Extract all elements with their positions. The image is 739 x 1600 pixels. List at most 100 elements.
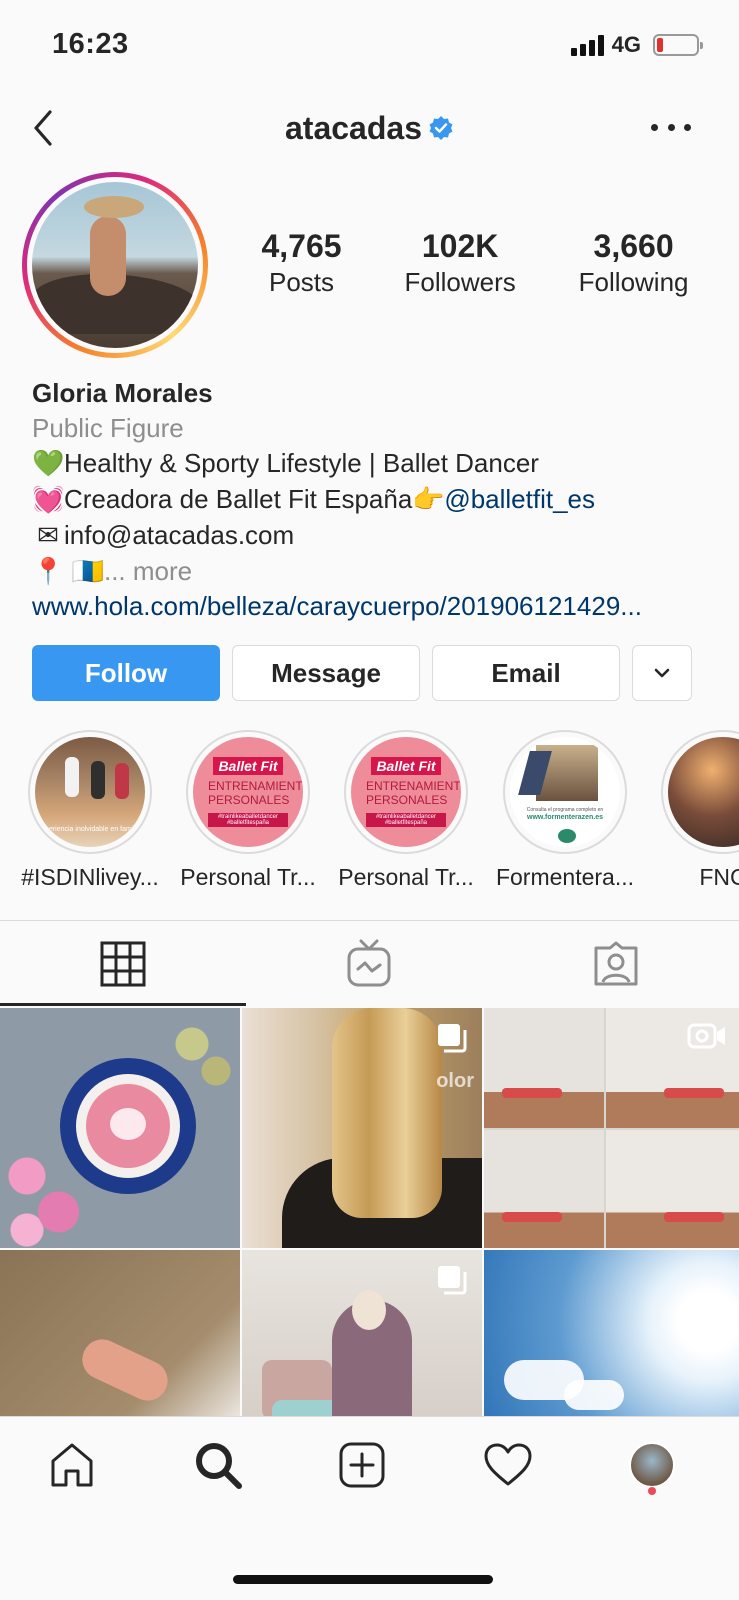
chevron-down-icon	[654, 668, 670, 678]
signal-icon	[570, 34, 604, 56]
stat-followers-label: Followers	[404, 267, 516, 297]
profile-avatar-small	[629, 1442, 675, 1488]
stat-posts-value: 4,765	[261, 228, 342, 264]
battery-icon	[653, 34, 703, 56]
stat-followers-value: 102K	[421, 228, 499, 264]
story-highlights: periencia inolvidable en famil #ISDINliv…	[0, 730, 739, 900]
bio-mention-link[interactable]: @balletfit_es	[444, 484, 595, 514]
home-icon	[51, 1443, 93, 1487]
bio-line-1-text: Healthy & Sporty Lifestyle | Ballet Danc…	[64, 448, 539, 478]
highlight-cover: periencia inolvidable en famil	[35, 737, 145, 847]
bio-website-link[interactable]: www.hola.com/belleza/caraycuerpo/2019061…	[32, 589, 722, 624]
carousel-icon	[438, 1024, 467, 1053]
highlight-hashtags: #trainlikeaballetdancer #balletfitespaña	[208, 813, 288, 827]
highlight-tag: Ballet Fit	[213, 757, 283, 775]
profile-stats: 4,765 Posts 102K Followers 3,660 Followi…	[230, 228, 720, 298]
pointing-hand-icon: 👉	[412, 485, 445, 515]
profile-bio: Gloria Morales Public Figure 💚Healthy & …	[32, 376, 722, 624]
new-post-icon	[339, 1442, 385, 1488]
status-time: 16:23	[52, 28, 129, 60]
more-options-icon[interactable]	[651, 112, 691, 142]
tab-grid[interactable]	[0, 921, 247, 1006]
video-icon	[687, 1023, 725, 1049]
igtv-icon	[347, 939, 391, 986]
stat-followers[interactable]: 102K Followers	[404, 228, 515, 298]
bio-line-2: 💓Creadora de Ballet Fit España👉@balletfi…	[32, 482, 722, 518]
highlight-label: #ISDINlivey...	[21, 864, 159, 890]
tab-tagged[interactable]	[493, 921, 739, 1006]
highlight-label: Personal Tr...	[338, 864, 474, 890]
highlight-overlay-text: periencia inolvidable en famil	[45, 826, 135, 833]
status-indicators: 4G	[570, 32, 703, 58]
header-username: atacadas	[285, 110, 422, 146]
bio-more-link[interactable]: ... more	[104, 556, 192, 586]
bottom-navigation	[0, 1416, 739, 1600]
activity-heart-icon	[484, 1443, 532, 1486]
stat-posts-label: Posts	[268, 267, 335, 297]
profile-category: Public Figure	[32, 413, 184, 443]
highlight-label: FNC	[699, 864, 739, 890]
bio-email: info@atacadas.com	[64, 520, 295, 550]
post-thumbnail[interactable]: olor	[242, 1008, 482, 1248]
highlight-label: Formentera...	[495, 864, 635, 890]
profile-actions: Follow Message Email	[32, 645, 708, 701]
profile-avatar-story-ring[interactable]	[22, 172, 208, 358]
notification-dot	[648, 1487, 656, 1495]
highlight-label: Personal Tr...	[180, 864, 316, 890]
tab-igtv[interactable]	[246, 921, 492, 1006]
follow-button[interactable]: Follow	[32, 645, 220, 701]
email-button[interactable]: Email	[432, 645, 620, 701]
highlight-subtitle: ENTRENAMIENTOS PERSONALES	[366, 779, 461, 807]
suggested-dropdown-button[interactable]	[632, 645, 692, 701]
post-overlay-text: olor	[436, 1070, 474, 1092]
nav-new-post-button[interactable]	[332, 1435, 392, 1495]
pin-and-flag-icon: 📍 🇮🇨	[32, 556, 104, 586]
highlight-cover: Consulta el programa completo en www.for…	[510, 737, 620, 847]
highlight-item[interactable]: Ballet Fit ENTRENAMIENTOS PERSONALES #tr…	[326, 730, 486, 891]
post-thumbnail[interactable]	[242, 1250, 482, 1416]
post-thumbnail[interactable]	[0, 1008, 240, 1248]
message-button[interactable]: Message	[232, 645, 420, 701]
post-thumbnail[interactable]	[484, 1008, 739, 1248]
post-grid: olor	[0, 1008, 739, 1416]
nav-home-button[interactable]	[42, 1435, 102, 1495]
bio-line-3: ✉ info@atacadas.com	[32, 518, 722, 554]
highlight-cover: Ballet Fit ENTRENAMIENTOS PERSONALES #tr…	[351, 737, 461, 847]
nav-profile-button[interactable]	[622, 1435, 682, 1495]
highlight-item[interactable]: periencia inolvidable en famil #ISDINliv…	[10, 730, 170, 891]
stat-following[interactable]: 3,660 Following	[579, 228, 689, 298]
highlight-cover	[668, 737, 739, 847]
nav-activity-button[interactable]	[478, 1435, 538, 1495]
bio-line-2-text: Creadora de Ballet Fit España	[64, 484, 413, 514]
profile-name: Gloria Morales	[32, 378, 213, 408]
profile-avatar	[32, 182, 198, 348]
pink-heart-icon: 💓	[32, 485, 65, 515]
highlight-hashtags: #trainlikeaballetdancer #balletfitespaña	[366, 813, 446, 827]
highlight-url: www.formenterazen.es	[527, 814, 603, 821]
highlight-cover: Ballet Fit ENTRENAMIENTOS PERSONALES #tr…	[193, 737, 303, 847]
highlight-item[interactable]: Ballet Fit ENTRENAMIENTOS PERSONALES #tr…	[168, 730, 328, 891]
stat-following-label: Following	[578, 267, 689, 297]
profile-tabs	[0, 920, 739, 1006]
grid-icon	[100, 941, 146, 986]
profile-header: atacadas	[0, 92, 739, 172]
status-bar: 16:23 4G	[0, 0, 739, 92]
envelope-icon: ✉	[37, 521, 59, 551]
header-username-row: atacadas	[0, 110, 739, 147]
search-icon	[196, 1443, 242, 1489]
post-thumbnail[interactable]	[0, 1250, 240, 1416]
stat-posts[interactable]: 4,765 Posts	[261, 228, 341, 298]
nav-search-button[interactable]	[188, 1435, 248, 1495]
highlight-tag: Ballet Fit	[371, 757, 441, 775]
carousel-icon	[438, 1266, 467, 1295]
home-indicator[interactable]	[233, 1575, 493, 1584]
highlight-item[interactable]: Consulta el programa completo en www.for…	[485, 730, 645, 891]
highlight-item[interactable]: FNC	[643, 730, 739, 891]
highlight-subtitle: ENTRENAMIENTOS PERSONALES	[208, 779, 303, 807]
stat-following-value: 3,660	[593, 228, 674, 264]
network-type: 4G	[611, 32, 641, 57]
verified-badge-icon	[429, 116, 453, 140]
highlight-caption: Consulta el programa completo en	[526, 807, 604, 813]
bio-line-1: 💚Healthy & Sporty Lifestyle | Ballet Dan…	[32, 446, 722, 482]
post-thumbnail[interactable]	[484, 1250, 739, 1416]
